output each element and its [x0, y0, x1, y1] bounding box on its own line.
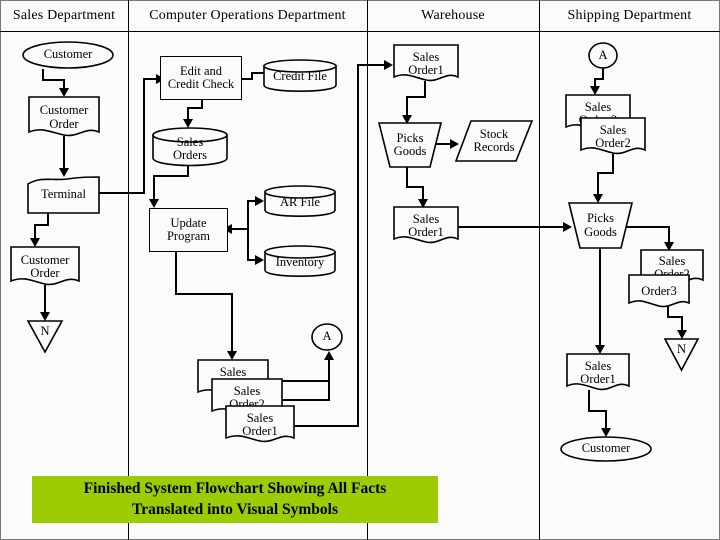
- node-ops-inventory[interactable]: Inventory: [264, 245, 336, 278]
- node-ship-file-n[interactable]: N: [663, 338, 700, 372]
- connector-segment: [42, 79, 65, 82]
- connector-segment: [143, 78, 146, 194]
- node-label: Terminal: [41, 187, 86, 202]
- connector-segment: [597, 172, 614, 175]
- node-label: Sales Order1: [408, 49, 444, 77]
- node-label: A: [322, 329, 332, 344]
- node-label: Stock Records: [473, 126, 515, 154]
- node-label: Sales Order1: [408, 211, 444, 239]
- node-label: Sales Order1: [242, 410, 278, 438]
- node-sales-customer-order-2[interactable]: Customer Order: [10, 246, 80, 288]
- node-label: Inventory: [275, 254, 325, 269]
- connector-segment: [457, 226, 567, 229]
- node-ship-customer-end[interactable]: Customer: [560, 436, 652, 462]
- arrowhead-right: [384, 60, 393, 70]
- connector-segment: [231, 228, 249, 231]
- node-label: Sales Order1: [580, 358, 616, 386]
- connector-segment: [153, 175, 189, 178]
- node-label: N: [40, 323, 50, 338]
- node-sales-customer-start[interactable]: Customer: [22, 41, 114, 69]
- node-wh-sales-order-1-out[interactable]: Sales Order1: [393, 206, 459, 246]
- node-ship-connector-a[interactable]: A: [588, 42, 618, 69]
- connector-segment: [99, 192, 145, 195]
- node-label: Edit and Credit Check: [167, 63, 235, 91]
- caption-line-1: Finished System Flowchart Showing All Fa…: [83, 480, 387, 498]
- node-ship-sales-order-2[interactable]: Sales Order2: [580, 117, 646, 157]
- connector-segment: [328, 358, 331, 401]
- node-label: Update Program: [166, 215, 211, 243]
- lane-header-rule: [0, 31, 720, 32]
- node-label: Customer Order: [39, 103, 89, 131]
- node-label: AR File: [280, 194, 320, 209]
- node-ship-picks-goods[interactable]: Picks Goods: [567, 202, 634, 249]
- node-label: Customer: [43, 47, 93, 62]
- node-wh-picks-goods[interactable]: Picks Goods: [377, 122, 443, 168]
- lane-header-warehouse: Warehouse: [421, 8, 485, 23]
- node-ops-update-program[interactable]: Update Program: [149, 208, 228, 252]
- node-sales-terminal[interactable]: Terminal: [27, 176, 100, 214]
- lane-divider-1: [128, 0, 129, 540]
- node-label: Picks Goods: [584, 211, 617, 239]
- lane-header-computer-ops: Computer Operations Department: [149, 8, 346, 23]
- node-ops-ar-file[interactable]: AR File: [264, 185, 336, 218]
- connector-segment: [231, 293, 234, 355]
- node-label: N: [676, 341, 687, 356]
- connector-segment: [175, 251, 178, 295]
- node-sales-customer-order-1[interactable]: Customer Order: [28, 96, 100, 139]
- node-ops-sales-order-1[interactable]: Sales Order1: [225, 405, 295, 445]
- connector-segment: [612, 154, 615, 174]
- connector-segment: [187, 107, 203, 110]
- node-ship-order-3b[interactable]: Order3: [628, 274, 690, 310]
- connector-segment: [241, 78, 253, 81]
- node-wh-sales-order-1-in[interactable]: Sales Order1: [393, 44, 459, 84]
- flowchart-canvas: Sales Department Computer Operations Dep…: [0, 0, 720, 540]
- lane-divider-3: [539, 0, 540, 540]
- node-label: Picks Goods: [393, 130, 427, 158]
- arrowhead-right: [255, 196, 264, 206]
- node-ship-sales-order-1[interactable]: Sales Order1: [566, 353, 630, 393]
- node-ops-sales-orders[interactable]: Sales Orders: [152, 127, 228, 167]
- node-label: Sales Orders: [172, 134, 207, 162]
- connector-segment: [63, 136, 66, 172]
- connector-segment: [247, 200, 250, 261]
- node-sales-file-n[interactable]: N: [26, 320, 64, 354]
- node-label: Credit File: [273, 69, 327, 84]
- lane-header-sales: Sales Department: [12, 8, 116, 23]
- connector-segment: [406, 166, 409, 188]
- node-label: A: [598, 47, 608, 62]
- node-ops-credit-file[interactable]: Credit File: [263, 59, 337, 93]
- connector-segment: [588, 390, 591, 412]
- connector-segment: [357, 64, 360, 427]
- node-label: Order3: [641, 284, 677, 299]
- arrowhead-down: [149, 199, 159, 208]
- connector-segment: [406, 96, 426, 99]
- node-wh-stock-records[interactable]: Stock Records: [454, 120, 534, 162]
- node-label: Customer: [581, 441, 631, 456]
- connector-segment: [175, 293, 233, 296]
- lane-divider-2: [367, 0, 368, 540]
- node-ops-connector-a[interactable]: A: [311, 323, 343, 351]
- node-ops-edit-credit-check[interactable]: Edit and Credit Check: [160, 56, 242, 100]
- arrowhead-up: [324, 351, 334, 360]
- node-label: Customer Order: [20, 252, 70, 280]
- caption-banner: Finished System Flowchart Showing All Fa…: [32, 476, 438, 523]
- arrowhead-right: [255, 255, 264, 265]
- connector-segment: [281, 399, 330, 402]
- connector-segment: [599, 247, 602, 350]
- caption-line-2: Translated into Visual Symbols: [132, 500, 338, 518]
- node-label: Sales Order2: [595, 122, 631, 150]
- lane-header-shipping: Shipping Department: [567, 8, 692, 23]
- connector-segment: [293, 425, 359, 428]
